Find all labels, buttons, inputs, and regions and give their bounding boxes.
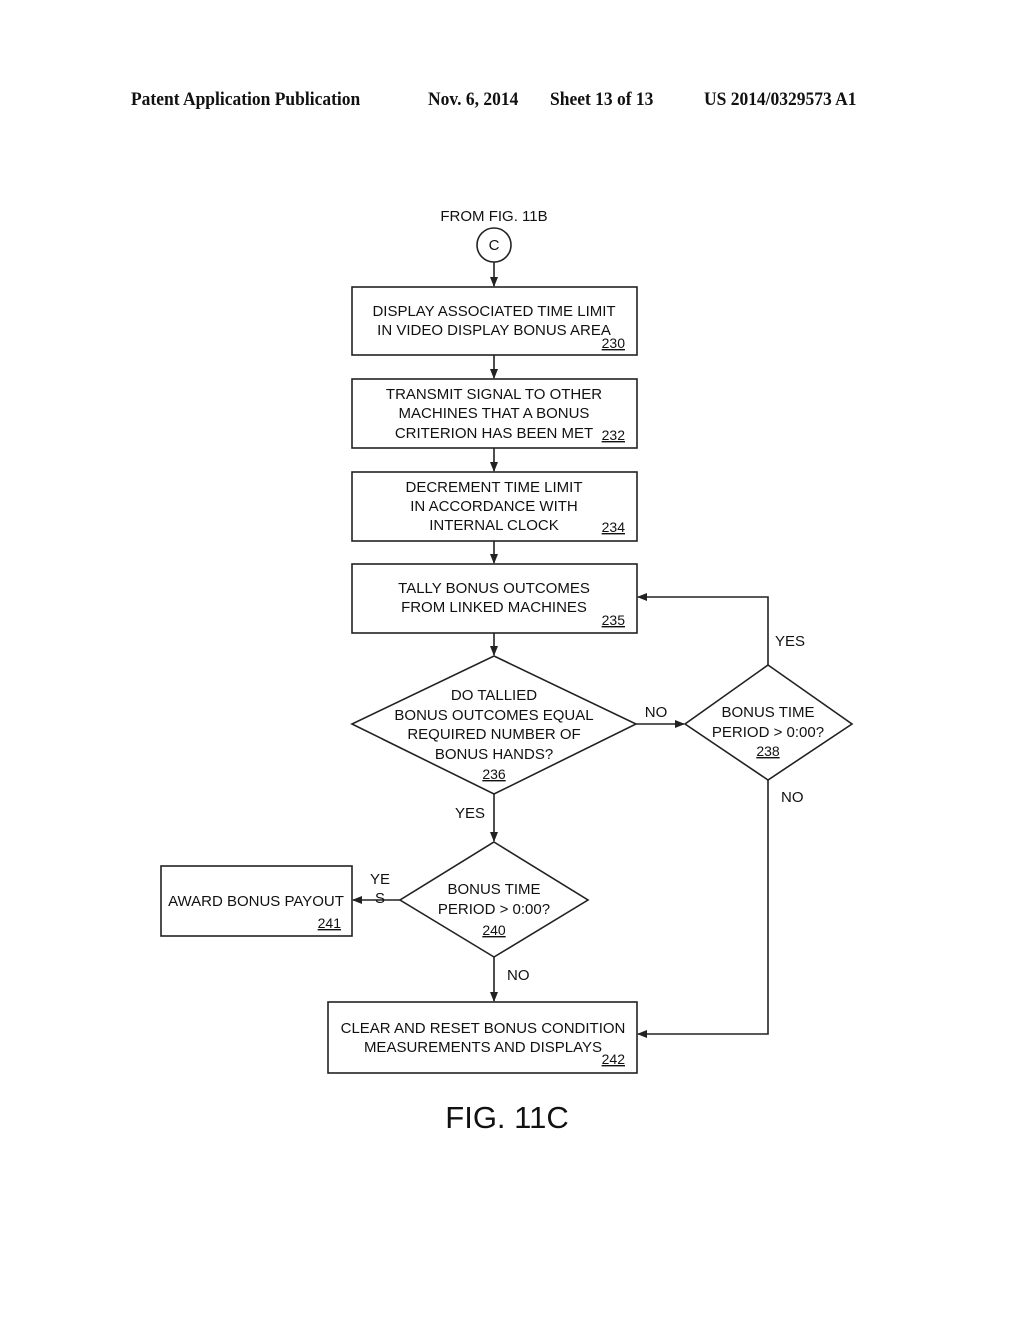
box-232-ref: 232 <box>602 427 626 443</box>
box-242-ref: 242 <box>602 1051 626 1067</box>
box-235-line-2: FROM LINKED MACHINES <box>401 599 587 616</box>
label-236-yes: YES <box>455 805 485 822</box>
box-232-line-3: CRITERION HAS BEEN MET <box>395 425 593 442</box>
process-box-230 <box>351 286 638 356</box>
flowchart: FROM FIG. 11B C DISPLAY ASSOCIATED TIME … <box>160 208 854 1135</box>
label-240-yes-part1: YE <box>370 871 390 888</box>
label-238-no: NO <box>781 789 804 806</box>
decision-240-line-2: PERIOD > 0:00? <box>438 901 550 918</box>
decision-238-line-2: PERIOD > 0:00? <box>712 724 824 741</box>
box-242-line-2: MEASUREMENTS AND DISPLAYS <box>364 1039 602 1056</box>
label-240-no: NO <box>507 967 530 984</box>
label-240-yes-part2: S <box>375 890 385 907</box>
box-242-line-1: CLEAR AND RESET BONUS CONDITION <box>341 1020 626 1037</box>
decision-236-line-2: BONUS OUTCOMES EQUAL <box>394 707 593 724</box>
decision-238-ref: 238 <box>756 743 780 759</box>
decision-diamond-238 <box>683 664 854 781</box>
label-236-no: NO <box>645 704 668 721</box>
box-230-ref: 230 <box>602 335 626 351</box>
arrow-238-yes-to-235 <box>637 593 769 665</box>
decision-240-ref: 240 <box>482 922 506 938</box>
decision-238-line-1: BONUS TIME <box>721 704 814 721</box>
connector-caption: FROM FIG. 11B <box>440 208 547 225</box>
label-238-yes: YES <box>775 633 805 650</box>
decision-236-ref: 236 <box>482 766 506 782</box>
decision-240-line-1: BONUS TIME <box>447 881 540 898</box>
decision-236-line-3: REQUIRED NUMBER OF <box>407 726 580 743</box>
box-230-line-1: DISPLAY ASSOCIATED TIME LIMIT <box>372 303 615 320</box>
decision-diamond-240 <box>398 841 590 958</box>
decision-236-line-1: DO TALLIED <box>451 687 537 704</box>
arrow-238-no-to-242 <box>637 780 769 1038</box>
box-241-ref: 241 <box>318 915 342 931</box>
box-232-line-2: MACHINES THAT A BONUS <box>399 405 590 422</box>
box-241-line-1: AWARD BONUS PAYOUT <box>168 893 344 910</box>
figure-label: FIG. 11C <box>445 1100 568 1135</box>
box-234-line-2: IN ACCORDANCE WITH <box>410 498 578 515</box>
box-235-line-1: TALLY BONUS OUTCOMES <box>398 580 590 597</box>
box-234-ref: 234 <box>602 519 626 535</box>
connector-label: C <box>489 237 500 254</box>
box-230-line-2: IN VIDEO DISPLAY BONUS AREA <box>377 322 611 339</box>
box-234-line-1: DECREMENT TIME LIMIT <box>406 479 583 496</box>
box-234-line-3: INTERNAL CLOCK <box>429 517 558 534</box>
box-235-ref: 235 <box>602 612 626 628</box>
decision-236-line-4: BONUS HANDS? <box>435 746 553 763</box>
box-232-line-1: TRANSMIT SIGNAL TO OTHER <box>386 386 602 403</box>
process-box-242 <box>327 1001 638 1074</box>
